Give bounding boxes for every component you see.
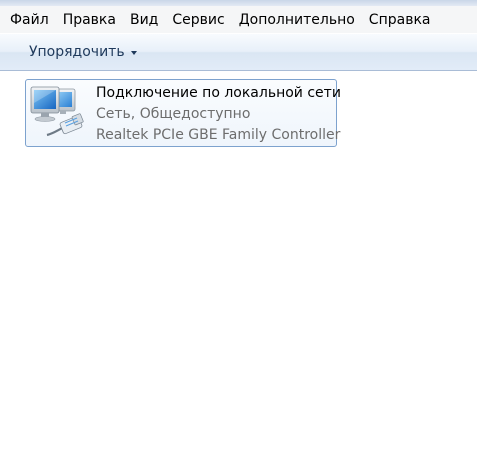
chevron-down-icon — [130, 50, 137, 55]
connection-name: Подключение по локальной сети — [96, 85, 341, 101]
menu-item-edit[interactable]: Правка — [63, 12, 116, 28]
local-area-connection-tile[interactable]: Подключение по локальной сети Сеть, Обще… — [25, 79, 341, 147]
menu-item-tools[interactable]: Сервис — [172, 12, 224, 28]
connections-list: Подключение по локальной сети Сеть, Обще… — [0, 71, 477, 454]
network-connection-icon — [30, 86, 84, 137]
menu-item-file[interactable]: Файл — [10, 12, 49, 28]
connection-status: Сеть, Общедоступно — [96, 106, 251, 122]
network-connections-window: Файл Правка Вид Сервис Дополнительно Спр… — [0, 0, 477, 454]
menu-item-view[interactable]: Вид — [130, 12, 158, 28]
command-toolbar: Упорядочить — [0, 33, 477, 71]
connection-details: Подключение по локальной сети Сеть, Обще… — [96, 83, 341, 146]
menu-bar: Файл Правка Вид Сервис Дополнительно Спр… — [0, 6, 477, 33]
connection-device: Realtek PCIe GBE Family Controller — [96, 127, 341, 143]
organize-button[interactable]: Упорядочить — [21, 38, 145, 66]
organize-button-label: Упорядочить — [29, 44, 125, 60]
menu-item-advanced[interactable]: Дополнительно — [239, 12, 355, 28]
menu-item-help[interactable]: Справка — [369, 12, 431, 28]
